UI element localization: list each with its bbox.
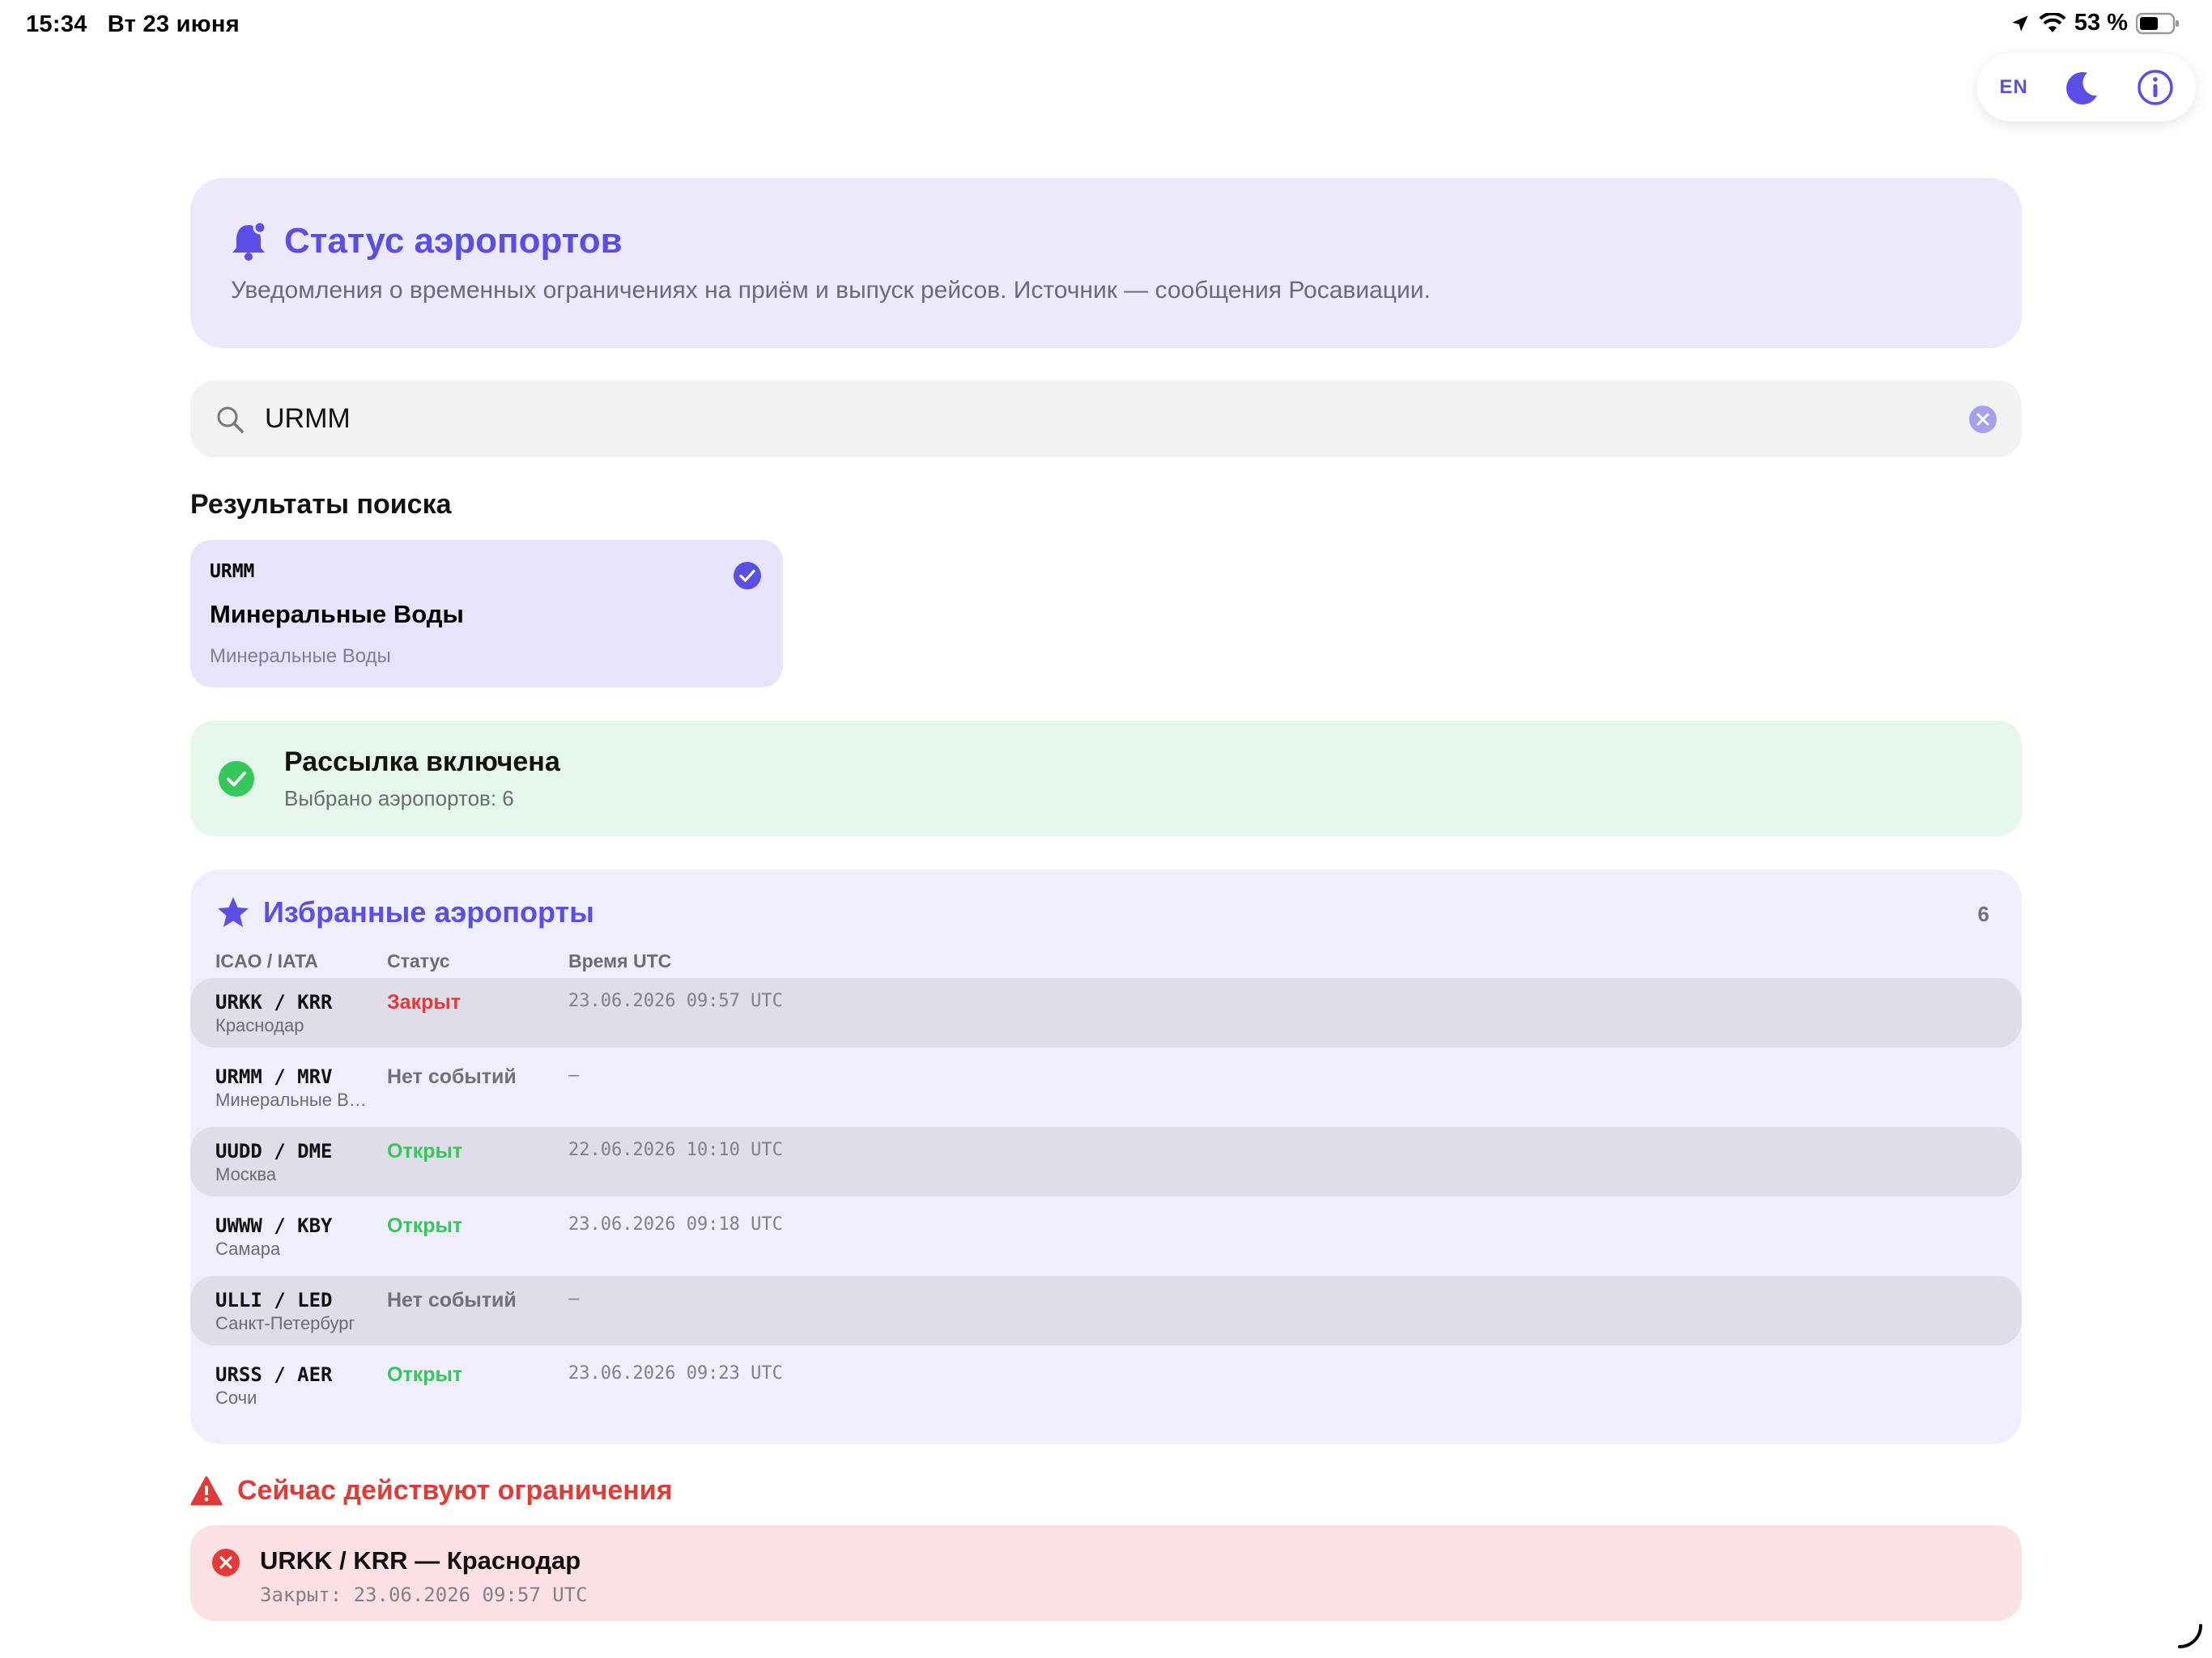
favorites-title: Избранные аэропорты bbox=[263, 895, 594, 929]
battery-percent: 53 % bbox=[2074, 10, 2128, 36]
row-code: URKK / KRR bbox=[215, 991, 333, 1014]
column-header-status: Статус bbox=[387, 950, 450, 971]
search-icon bbox=[217, 406, 244, 433]
table-row[interactable]: URSS / AER Сочи Открыт 23.06.2026 09:23 … bbox=[190, 1350, 2022, 1420]
row-status: Открыт bbox=[387, 1214, 463, 1237]
subscription-subtitle: Выбрано аэропортов: 6 bbox=[284, 785, 514, 810]
row-city: Москва bbox=[215, 1164, 277, 1184]
row-code: UUDD / DME bbox=[215, 1140, 333, 1163]
language-toggle[interactable]: EN bbox=[1999, 76, 2027, 99]
row-status: Закрыт bbox=[387, 991, 461, 1014]
row-code: UWWW / KBY bbox=[215, 1214, 333, 1237]
search-input[interactable] bbox=[263, 402, 1968, 436]
table-row[interactable]: UWWW / KBY Самара Открыт 23.06.2026 09:1… bbox=[190, 1201, 2022, 1271]
search-result-card[interactable]: URMM Минеральные Воды Минеральные Воды bbox=[190, 540, 783, 687]
moon-icon[interactable] bbox=[2063, 68, 2102, 107]
row-time: 23.06.2026 09:18 UTC bbox=[568, 1214, 783, 1235]
search-results-title: Результаты поиска bbox=[190, 489, 452, 520]
check-circle-icon bbox=[219, 760, 254, 797]
restriction-card[interactable]: URKK / KRR — Краснодар Закрыт: 23.06.202… bbox=[190, 1525, 2022, 1621]
column-header-time: Время UTC bbox=[568, 950, 672, 971]
result-name: Минеральные Воды bbox=[210, 600, 464, 628]
star-icon bbox=[218, 897, 249, 927]
restrictions-header: Сейчас действуют ограничения bbox=[190, 1475, 673, 1507]
row-time: 23.06.2026 09:23 UTC bbox=[568, 1363, 783, 1384]
row-city: Сочи bbox=[215, 1388, 257, 1408]
location-arrow-icon bbox=[2012, 15, 2028, 32]
row-time: 23.06.2026 09:57 UTC bbox=[568, 991, 783, 1011]
top-controls: EN bbox=[1977, 53, 2196, 121]
row-city: Краснодар bbox=[215, 1015, 304, 1035]
table-row[interactable]: URMM / MRV Минеральные Воды Нет событий … bbox=[190, 1052, 2022, 1122]
battery-icon bbox=[2136, 12, 2179, 34]
warning-icon bbox=[190, 1476, 223, 1505]
result-city: Минеральные Воды bbox=[210, 645, 391, 667]
subscription-title: Рассылка включена bbox=[284, 746, 560, 777]
restriction-title: URKK / KRR — Краснодар bbox=[260, 1546, 581, 1575]
row-status: Нет событий bbox=[387, 1065, 517, 1088]
row-status: Нет событий bbox=[387, 1289, 517, 1312]
row-time: — bbox=[568, 1289, 580, 1309]
restriction-detail: Закрыт: 23.06.2026 09:57 UTC bbox=[260, 1584, 588, 1606]
status-bar-right: 53 % bbox=[2010, 10, 2180, 36]
header-card: Статус аэропортов Уведомления о временны… bbox=[190, 178, 2022, 348]
favorites-panel: Избранные аэропорты 6 ICAO / IATA Статус… bbox=[190, 869, 2022, 1444]
table-row[interactable]: ULLI / LED Санкт-Петербург Нет событий — bbox=[190, 1276, 2022, 1346]
restrictions-title: Сейчас действуют ограничения bbox=[237, 1475, 673, 1506]
resize-corner-icon bbox=[2178, 1624, 2202, 1648]
bell-icon bbox=[232, 220, 267, 261]
checkmark-circle-icon[interactable] bbox=[733, 561, 762, 590]
result-code: URMM bbox=[210, 561, 255, 582]
row-time: 22.06.2026 10:10 UTC bbox=[568, 1140, 783, 1160]
close-circle-icon bbox=[212, 1549, 240, 1576]
row-city: Минеральные Воды bbox=[215, 1090, 369, 1110]
wifi-icon bbox=[2039, 12, 2066, 32]
info-icon[interactable] bbox=[2137, 69, 2174, 106]
page-title: Статус аэропортов bbox=[284, 221, 623, 261]
subscription-notice: Рассылка включена Выбрано аэропортов: 6 bbox=[190, 721, 2022, 836]
page-subtitle: Уведомления о временных ограничениях на … bbox=[231, 277, 1431, 304]
row-status: Открыт bbox=[387, 1363, 463, 1386]
status-bar-time: 15:34 Вт 23 июня bbox=[26, 11, 240, 37]
column-header-code: ICAO / IATA bbox=[215, 950, 318, 971]
favorites-count: 6 bbox=[1977, 902, 1989, 926]
row-code: URSS / AER bbox=[215, 1363, 333, 1386]
row-code: URMM / MRV bbox=[215, 1065, 333, 1088]
row-code: ULLI / LED bbox=[215, 1289, 333, 1312]
table-row[interactable]: UUDD / DME Москва Открыт 22.06.2026 10:1… bbox=[190, 1127, 2022, 1197]
row-city: Самара bbox=[215, 1239, 281, 1259]
clear-icon[interactable] bbox=[1968, 405, 1997, 434]
row-city: Санкт-Петербург bbox=[215, 1313, 355, 1333]
row-status: Открыт bbox=[387, 1140, 463, 1163]
search-bar bbox=[190, 380, 2022, 457]
row-time: — bbox=[568, 1065, 580, 1086]
table-row[interactable]: URKK / KRR Краснодар Закрыт 23.06.2026 0… bbox=[190, 978, 2022, 1048]
